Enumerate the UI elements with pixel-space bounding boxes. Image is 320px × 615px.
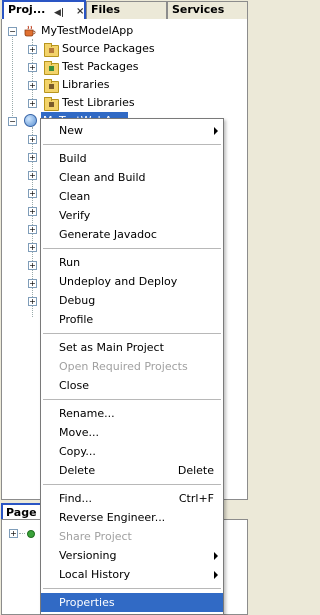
tree-guide-line (19, 533, 25, 534)
menu-item-run[interactable]: Run (41, 253, 223, 272)
expand-icon[interactable]: + (28, 63, 37, 72)
library-folder-icon (44, 97, 59, 111)
tab-projects[interactable]: Proj... ◀| × (2, 0, 86, 19)
delete-shortcut: Delete (177, 464, 214, 477)
expand-icon[interactable]: + (28, 261, 37, 270)
web-project-globe-icon (24, 114, 37, 127)
tree-guide-line (12, 31, 13, 120)
menu-item-open-required-projects: Open Required Projects (59, 360, 188, 373)
menu-item-move[interactable]: Move... (41, 423, 223, 442)
expand-icon[interactable]: + (28, 297, 37, 306)
menu-item-close[interactable]: Close (41, 376, 223, 395)
menu-item-undeploy-and-deploy[interactable]: Undeploy and Deploy (41, 272, 223, 291)
tab-navigator-label: Page (6, 506, 37, 519)
menu-item-debug[interactable]: Debug (41, 291, 223, 310)
expand-icon[interactable]: + (28, 225, 37, 234)
expand-icon[interactable]: + (28, 171, 37, 180)
collapse-icon[interactable]: − (8, 27, 17, 36)
top-tab-strip: Proj... ◀| × Files Services (0, 0, 249, 19)
tab-files[interactable]: Files (86, 1, 167, 19)
menu-item-set-main-project[interactable]: Set as Main Project (41, 338, 223, 357)
tree-node-libraries-label: Libraries (62, 78, 110, 91)
expand-icon[interactable]: + (9, 529, 18, 538)
menu-item-rename[interactable]: Rename... (41, 404, 223, 423)
expand-icon[interactable]: + (28, 81, 37, 90)
close-icon[interactable]: × (76, 4, 84, 20)
package-folder-icon (44, 43, 59, 57)
menu-item-versioning[interactable]: Versioning (41, 546, 223, 565)
menu-item-verify[interactable]: Verify (41, 206, 223, 225)
menu-item-reverse-engineer[interactable]: Reverse Engineer... (41, 508, 223, 527)
expand-icon[interactable]: + (28, 135, 37, 144)
menu-item-delete[interactable]: Delete Delete (41, 461, 223, 480)
project-context-menu: New Build Clean and Build Clean Verify G… (40, 118, 224, 615)
menu-item-local-history[interactable]: Local History (41, 565, 223, 584)
expand-icon[interactable]: + (28, 279, 37, 288)
tab-files-label: Files (91, 3, 121, 16)
menu-item-generate-javadoc[interactable]: Generate Javadoc (41, 225, 223, 244)
menu-item-build[interactable]: Build (41, 149, 223, 168)
tree-node-test-libraries-label: Test Libraries (62, 96, 135, 109)
submenu-arrow-icon (214, 571, 218, 579)
coffee-cup-icon (24, 25, 36, 37)
menu-item-profile[interactable]: Profile (41, 310, 223, 329)
expand-icon[interactable]: + (28, 207, 37, 216)
tab-services-label: Services (172, 3, 225, 16)
tab-projects-label: Proj... (8, 3, 46, 16)
tree-node-model-app-label: MyTestModelApp (41, 24, 134, 37)
menu-separator (43, 588, 221, 589)
package-folder-icon (44, 61, 59, 75)
collapse-icon[interactable]: − (8, 117, 17, 126)
expand-icon[interactable]: + (28, 99, 37, 108)
menu-item-clean-and-build[interactable]: Clean and Build (41, 168, 223, 187)
menu-separator (43, 333, 221, 334)
menu-item-clean[interactable]: Clean (41, 187, 223, 206)
tree-node-test-packages-label: Test Packages (62, 60, 139, 73)
expand-icon[interactable]: + (28, 189, 37, 198)
submenu-arrow-icon (214, 552, 218, 560)
expand-icon[interactable]: + (28, 45, 37, 54)
expand-icon[interactable]: + (28, 153, 37, 162)
submenu-arrow-icon (214, 127, 218, 135)
find-shortcut: Ctrl+F (178, 492, 214, 505)
tree-node-source-packages-label: Source Packages (62, 42, 155, 55)
menu-item-share-project: Share Project (59, 530, 132, 543)
menu-separator (43, 399, 221, 400)
menu-item-find[interactable]: Find... Ctrl+F (41, 489, 223, 508)
page-node-icon (27, 530, 35, 538)
menu-item-new[interactable]: New (41, 121, 223, 140)
tab-services[interactable]: Services (167, 1, 248, 19)
menu-item-copy[interactable]: Copy... (41, 442, 223, 461)
menu-separator (43, 248, 221, 249)
menu-separator (43, 144, 221, 145)
menu-item-properties[interactable]: Properties (41, 593, 223, 612)
library-folder-icon (44, 79, 59, 93)
menu-separator (43, 484, 221, 485)
expand-icon[interactable]: + (28, 243, 37, 252)
